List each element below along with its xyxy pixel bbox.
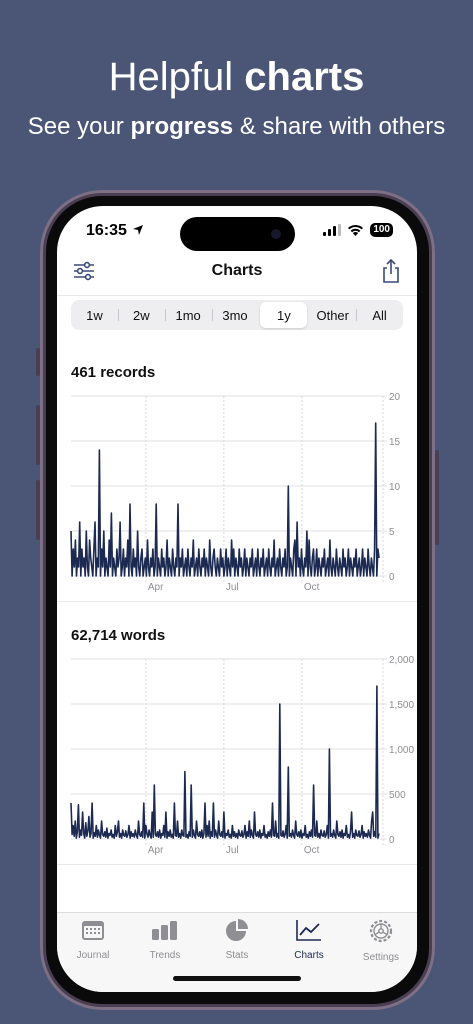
wifi-icon <box>348 225 364 236</box>
y-tick-label: 0 <box>389 572 395 583</box>
gear-icon <box>369 919 393 943</box>
phone-screen: 16:35 100 Charts 1w 2w 1mo 3mo 1y Other … <box>57 206 417 992</box>
chart-divider-2 <box>57 864 417 865</box>
volume-down-button <box>36 480 40 540</box>
volume-up-button <box>36 405 40 465</box>
y-tick-label: 1,500 <box>389 700 414 711</box>
hero-subtitle: See your progress & share with others <box>27 113 446 140</box>
range-option-3mo[interactable]: 3mo <box>211 302 259 328</box>
tab-label: Journal <box>76 950 110 961</box>
x-tick-label: Jul <box>226 582 239 593</box>
bar-chart-icon <box>152 921 177 940</box>
status-icons: 100 <box>323 223 393 237</box>
tab-label: Settings <box>362 952 400 963</box>
series-line <box>70 685 380 839</box>
battery-indicator: 100 <box>370 223 393 237</box>
mute-switch <box>36 348 40 376</box>
x-tick-label: Oct <box>304 845 320 856</box>
x-tick-label: Jul <box>226 845 239 856</box>
chart-divider <box>57 601 417 602</box>
hero-title: Helpful charts <box>108 55 365 99</box>
y-tick-label: 0 <box>389 835 395 846</box>
range-option-1w[interactable]: 1w <box>71 302 118 328</box>
x-tick-label: Oct <box>304 582 320 593</box>
words-chart: 0 500 1,000 1,500 2,000 Apr Jul Oct <box>70 655 414 856</box>
camera-icon <box>271 229 281 239</box>
range-option-1mo[interactable]: 1mo <box>164 302 212 328</box>
power-button <box>435 450 439 545</box>
page-title: Charts <box>211 262 263 279</box>
tab-label: Trends <box>149 950 181 961</box>
records-chart-title: 461 records <box>71 364 156 381</box>
y-tick-label: 2,000 <box>389 655 414 666</box>
tab-label: Charts <box>294 950 324 961</box>
calendar-icon <box>82 921 104 940</box>
range-option-1y[interactable]: 1y <box>260 302 308 328</box>
tab-stats[interactable]: Stats <box>201 919 273 961</box>
tab-trends[interactable]: Trends <box>129 919 201 961</box>
nav-bar: Charts <box>57 256 417 296</box>
y-tick-label: 15 <box>389 437 401 448</box>
y-tick-label: 10 <box>389 482 401 493</box>
words-chart-title: 62,714 words <box>71 627 166 644</box>
tab-journal[interactable]: Journal <box>57 919 129 961</box>
range-selector: 1w 2w 1mo 3mo 1y Other All <box>71 300 403 330</box>
dynamic-island <box>180 217 295 251</box>
series-line <box>70 422 380 577</box>
x-tick-label: Apr <box>148 582 164 593</box>
status-time: 16:35 <box>86 222 127 239</box>
y-tick-label: 500 <box>389 790 406 801</box>
range-option-2w[interactable]: 2w <box>117 302 165 328</box>
range-option-other[interactable]: Other <box>309 302 356 328</box>
records-chart: 0 5 10 15 20 Apr Jul Oct <box>70 392 401 593</box>
y-tick-label: 1,000 <box>389 745 414 756</box>
x-tick-label: Apr <box>148 845 164 856</box>
y-tick-label: 5 <box>389 527 395 538</box>
line-chart-icon <box>296 920 321 941</box>
range-option-all[interactable]: All <box>356 302 403 328</box>
y-tick-label: 20 <box>389 392 401 403</box>
tab-label: Stats <box>225 950 249 961</box>
share-icon[interactable] <box>381 258 401 284</box>
tab-settings[interactable]: Settings <box>345 919 417 963</box>
cellular-signal-icon <box>323 224 342 236</box>
nav-divider <box>57 295 417 296</box>
location-arrow-icon <box>133 225 143 235</box>
pie-chart-icon <box>226 919 248 941</box>
home-indicator <box>173 976 301 981</box>
tab-charts[interactable]: Charts <box>273 919 345 961</box>
